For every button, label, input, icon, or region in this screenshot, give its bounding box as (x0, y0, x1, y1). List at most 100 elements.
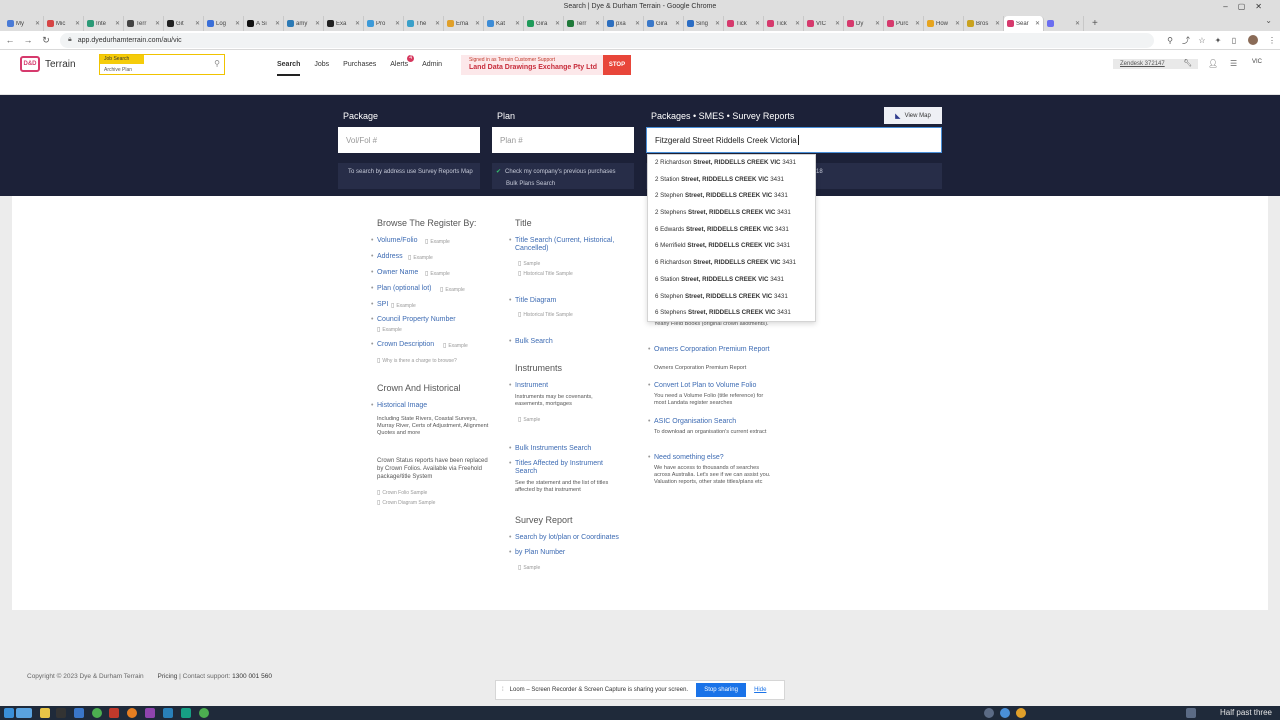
bulk-plans-search-link[interactable]: Bulk Plans Search (496, 178, 634, 190)
tab-close-icon[interactable]: ✕ (155, 20, 160, 27)
browser-tab[interactable]: Terr ✕ (124, 16, 164, 31)
tab-close-icon[interactable]: ✕ (955, 20, 960, 27)
browse-spi-link[interactable]: SPI (371, 301, 388, 308)
file-manager-icon[interactable] (40, 708, 50, 718)
tab-close-icon[interactable]: ✕ (795, 20, 800, 27)
title-search-link[interactable]: Title Search (Current, Historical, Cance… (509, 237, 630, 253)
tray-icon[interactable] (1016, 708, 1026, 718)
taskbar-app-icon[interactable] (109, 708, 119, 718)
browser-tab[interactable]: pxa ✕ (604, 16, 644, 31)
search-lot-plan-link[interactable]: Search by lot/plan or Coordinates (509, 534, 619, 541)
tab-search-icon[interactable]: ⌄ (1265, 16, 1272, 25)
previous-purchases-row[interactable]: ✔ Check my company's previous purchases (496, 166, 634, 178)
job-search-input[interactable] (145, 56, 209, 73)
crown-folio-sample-link[interactable]: ▯ Crown Folio Sample (377, 489, 427, 496)
browser-tab[interactable]: Pro ✕ (364, 16, 404, 31)
vol-fol-input[interactable]: Vol/Fol # (338, 127, 480, 153)
tab-close-icon[interactable]: ✕ (35, 20, 40, 27)
browse-owner-name-link[interactable]: Owner Name (371, 269, 418, 276)
firefox-taskbar-icon[interactable] (127, 708, 137, 718)
tab-close-icon[interactable]: ✕ (715, 20, 720, 27)
address-suggestion[interactable]: 6 Station Street, RIDDELLS CREEK VIC 343… (648, 272, 815, 289)
browse-plan-link[interactable]: Plan (optional lot) (371, 285, 432, 292)
forward-icon[interactable]: → (20, 35, 36, 45)
crown-description-example[interactable]: ▯ Example (443, 342, 468, 349)
need-something-else-link[interactable]: Need something else? (648, 454, 724, 461)
drag-handle-icon[interactable]: ⁞ (502, 687, 504, 693)
share-icon[interactable]: ⤴ (1178, 35, 1194, 46)
nav-alerts[interactable]: Alerts 4 (390, 55, 415, 76)
council-example[interactable]: ▯ Example (377, 326, 402, 333)
browser-tab[interactable]: Git ✕ (164, 16, 204, 31)
back-icon[interactable]: ← (2, 35, 18, 45)
browser-tab[interactable]: VIC ✕ (804, 16, 844, 31)
bookmark-star-icon[interactable]: ☆ (1194, 36, 1210, 45)
address-suggestion[interactable]: 2 Richardson Street, RIDDELLS CREEK VIC … (648, 155, 815, 172)
tab-close-icon[interactable]: ✕ (675, 20, 680, 27)
browser-tab[interactable]: Mic ✕ (44, 16, 84, 31)
tab-close-icon[interactable]: ✕ (755, 20, 760, 27)
address-search-input[interactable]: Fitzgerald Street Riddells Creek Victori… (646, 127, 942, 153)
asic-search-link[interactable]: ASIC Organisation Search (648, 418, 736, 425)
terrain-logo[interactable]: D&D Terrain (20, 56, 76, 72)
tab-close-icon[interactable]: ✕ (635, 20, 640, 27)
browser-tab[interactable]: Log ✕ (204, 16, 244, 31)
tab-close-icon[interactable]: ✕ (315, 20, 320, 27)
browser-tab[interactable]: A Si ✕ (244, 16, 284, 31)
convert-lot-plan-link[interactable]: Convert Lot Plan to Volume Folio (648, 382, 756, 389)
chrome-taskbar-icon[interactable] (92, 708, 102, 718)
historical-image-link[interactable]: Historical Image (371, 402, 427, 409)
browse-crown-description-link[interactable]: Crown Description (371, 341, 434, 348)
tab-close-icon[interactable]: ✕ (435, 20, 440, 27)
stop-sharing-button[interactable]: Stop sharing (696, 683, 747, 697)
browser-tab[interactable]: My ✕ (4, 16, 44, 31)
tab-close-icon[interactable]: ✕ (595, 20, 600, 27)
browser-tab[interactable]: Sear ✕ (1004, 16, 1044, 31)
titles-affected-link[interactable]: Titles Affected by Instrument Search (509, 460, 625, 476)
volume-folio-example[interactable]: ▯ Example (425, 238, 450, 245)
search-icon[interactable]: ⚲ (214, 59, 220, 68)
browser-tab[interactable]: Ema ✕ (444, 16, 484, 31)
tab-close-icon[interactable]: ✕ (875, 20, 880, 27)
title-search-sample[interactable]: ▯ Sample (518, 260, 540, 267)
chrome-taskbar-icon[interactable] (199, 708, 209, 718)
browser-tab[interactable]: ✕ (1044, 16, 1084, 31)
owners-corporation-link[interactable]: Owners Corporation Premium Report (648, 345, 772, 354)
terminal-icon[interactable] (56, 708, 66, 718)
side-panel-icon[interactable]: ▯ (1226, 36, 1242, 45)
browser-tab[interactable]: Purc ✕ (884, 16, 924, 31)
by-plan-number-link[interactable]: by Plan Number (509, 549, 565, 556)
browser-tab[interactable]: Inte ✕ (84, 16, 124, 31)
address-suggestion[interactable]: 2 Stephens Street, RIDDELLS CREEK VIC 34… (648, 205, 815, 222)
start-menu-icon[interactable] (4, 708, 14, 718)
volume-icon[interactable] (1186, 708, 1196, 718)
nav-search[interactable]: Search (277, 60, 301, 76)
browser-tab[interactable]: Tick ✕ (764, 16, 804, 31)
browser-tab[interactable]: Sing ✕ (684, 16, 724, 31)
address-suggestion[interactable]: 6 Merrifield Street, RIDDELLS CREEK VIC … (648, 238, 815, 255)
taskbar-app-icon[interactable] (181, 708, 191, 718)
browser-tab[interactable]: Bros ✕ (964, 16, 1004, 31)
plan-input[interactable]: Plan # (492, 127, 634, 153)
tab-close-icon[interactable]: ✕ (515, 20, 520, 27)
address-suggestion[interactable]: 6 Stephens Street, RIDDELLS CREEK VIC 34… (648, 305, 815, 322)
title-diagram-sample[interactable]: ▯ Historical Title Sample (518, 311, 573, 318)
title-diagram-link[interactable]: Title Diagram (509, 297, 556, 304)
browse-charge-link[interactable]: ▯ Why is there a charge to browse? (377, 357, 457, 364)
crown-diagram-sample-link[interactable]: ▯ Crown Diagram Sample (377, 499, 435, 506)
view-map-button[interactable]: ◣ View Map (884, 107, 942, 124)
browser-tab[interactable]: Terr ✕ (564, 16, 604, 31)
hide-sharing-bar-link[interactable]: Hide (754, 687, 766, 693)
show-desktop-icon[interactable] (16, 708, 32, 718)
browser-tab[interactable]: Dy ✕ (844, 16, 884, 31)
address-suggestion[interactable]: 2 Stephen Street, RIDDELLS CREEK VIC 343… (648, 188, 815, 205)
instrument-link[interactable]: Instrument (509, 382, 548, 389)
browser-tab[interactable]: The ✕ (404, 16, 444, 31)
support-phone[interactable]: 1300 001 560 (232, 673, 272, 680)
browser-tab[interactable]: Exa ✕ (324, 16, 364, 31)
taskbar-app-icon[interactable] (145, 708, 155, 718)
job-search-tab[interactable]: Job Search (100, 55, 144, 64)
reload-icon[interactable]: ↻ (38, 35, 54, 46)
browser-tab[interactable]: amy ✕ (284, 16, 324, 31)
tab-close-icon[interactable]: ✕ (275, 20, 280, 27)
